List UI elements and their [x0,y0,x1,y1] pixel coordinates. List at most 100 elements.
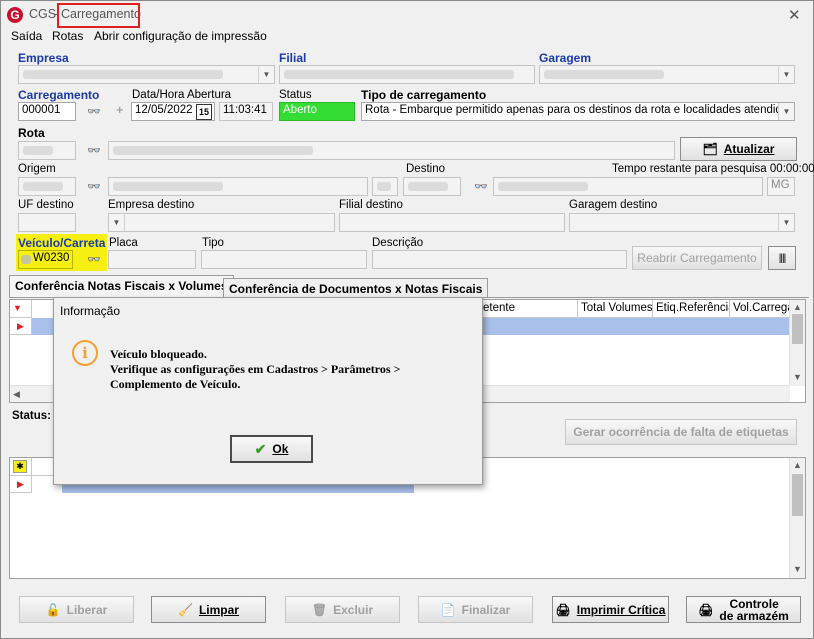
garagem-field[interactable]: ▼ [539,65,795,84]
trash-icon: 🗑 [311,602,328,617]
filial-field[interactable] [279,65,535,84]
grid-vscroll[interactable]: ▲ ▼ [789,300,805,386]
barcode-button[interactable]: |||| [768,246,796,270]
carregamento-field[interactable]: 000001 [18,102,76,121]
destino-uf-field: MG [767,177,795,196]
scroll-down-icon[interactable]: ▼ [793,564,802,574]
grid-lower-vscroll[interactable]: ▲ ▼ [789,458,805,578]
rota-code-field[interactable] [18,141,76,160]
app-name: CGS [29,7,57,21]
menu-rotas[interactable]: Rotas [52,29,83,43]
filial-destino-select[interactable] [339,213,565,232]
row-indicator-icon: ▶ [10,476,32,493]
empresa-label: Empresa [18,51,69,65]
scroll-up-icon[interactable]: ▲ [793,460,802,470]
lock-icon: 🔓 [45,602,61,617]
check-icon: ✔ [254,440,267,457]
reabrir-carregamento-button[interactable]: Reabrir Carregamento [632,246,762,270]
app-logo-icon: G [7,7,23,23]
descricao-field [372,250,627,269]
atualizar-button[interactable]: 🗂 Atualizar [680,137,797,161]
empresa-field[interactable]: ▼ [18,65,275,84]
destino-code-field[interactable] [403,177,461,196]
folder-icon: 🗂 [702,142,718,156]
empresa-destino-select[interactable]: ▼ [108,213,335,232]
row-indicator-icon: ▶ [10,318,32,335]
descricao-label: Descrição [372,237,424,249]
binoculars-icon[interactable]: 👓 [87,144,101,157]
scroll-thumb[interactable] [792,474,803,516]
binoculars-icon[interactable]: 👓 [87,180,101,193]
tipo-carregamento-select[interactable]: Rota - Embarque permitido apenas para os… [361,102,795,121]
imprimir-critica-button[interactable]: 🖨 Imprimir Crítica [552,596,669,623]
chevron-down-icon[interactable]: ▼ [109,214,125,231]
garagem-destino-label: Garagem destino [569,199,658,211]
chevron-down-icon[interactable]: ▼ [778,214,794,231]
liberar-button[interactable]: 🔓 Liberar [19,596,134,623]
limpar-button[interactable]: 🧹 Limpar [151,596,266,623]
dialog-title-bar: Informação [54,298,482,324]
origem-code-field[interactable] [18,177,76,196]
calendar-icon[interactable]: 15 [196,104,212,120]
menu-abrir-configuracao[interactable]: Abrir configuração de impressão [94,29,267,43]
status-field: Aberto [279,102,355,121]
grid-header-total-volumes[interactable]: Total Volumes [578,300,653,318]
uf-destino-label: UF destino [18,199,74,211]
barcode-icon: |||| [778,252,786,264]
filial-destino-label: Filial destino [339,199,403,211]
scroll-down-icon[interactable]: ▼ [793,372,802,382]
info-dialog: Informação i Veículo bloqueado. Verifiqu… [53,297,483,485]
excluir-button[interactable]: 🗑 Excluir [285,596,400,623]
origem-label: Origem [18,163,56,175]
menu-saida[interactable]: Saída [11,29,42,43]
chevron-down-icon[interactable]: ▼ [778,66,794,83]
grid-header-remetente[interactable]: etente [480,300,578,318]
status-bottom-label: Status: [12,410,51,422]
sort-desc-icon: ▼ [13,303,22,313]
dialog-body: i Veículo bloqueado. Verifique as config… [54,324,482,484]
origem-uf-field [372,177,398,196]
date-field[interactable]: 12/05/2022 15 [131,102,215,121]
ok-button[interactable]: ✔ Ok [230,435,313,463]
binoculars-icon[interactable]: 👓 [87,105,101,118]
gerar-ocorrencia-button[interactable]: Gerar ocorrência de falta de etiquetas [565,419,797,445]
asterisk-icon: ✱ [13,460,27,473]
veiculo-field[interactable]: W0230 [18,250,73,269]
broom-icon: 🧹 [178,602,193,617]
garagem-label: Garagem [539,51,592,65]
tab-documentos-notas-fiscais[interactable]: Conferência de Documentos x Notas Fiscai… [223,278,489,297]
scroll-thumb[interactable] [792,314,803,344]
tipo-field [201,250,367,269]
tab-notas-fiscais-volumes[interactable]: Conferência Notas Fiscais x Volumes [9,275,234,297]
grid-corner[interactable]: ▼ [10,300,32,318]
controle-label: Controle [729,596,779,611]
garagem-destino-select[interactable]: ▼ [569,213,795,232]
binoculars-icon[interactable]: 👓 [87,253,101,266]
rota-desc-field [108,141,675,160]
chevron-down-icon[interactable]: ▼ [778,103,794,120]
printer-icon: 🖨 [698,602,714,617]
document-icon: 📄 [440,602,456,617]
tempo-restante-label: Tempo restante para pesquisa 00:00:00 [612,163,814,175]
grid-header-etiq-referencia[interactable]: Etiq.Referência [653,300,730,318]
finalizar-button[interactable]: 📄 Finalizar [418,596,533,623]
filial-label: Filial [279,51,307,65]
destino-desc-field [493,177,763,196]
chevron-down-icon[interactable]: ▼ [258,66,274,83]
grid-header-vol-carregado[interactable]: Vol.Carregad [730,300,790,318]
scroll-up-icon[interactable]: ▲ [793,302,802,312]
close-icon[interactable]: ✕ [788,6,801,24]
destino-label: Destino [406,163,445,175]
uf-destino-field[interactable] [18,213,76,232]
main-window: G CGS - Carregamento ✕ Saída Rotas Abrir… [0,0,814,639]
armazem-label: de armazém [719,608,789,623]
plus-icon[interactable]: + [116,102,124,117]
scroll-left-icon[interactable]: ◀ [13,389,20,400]
grid-corner-lower[interactable]: ✱ [10,458,32,476]
origem-desc-field [108,177,368,196]
info-icon: i [72,340,98,366]
binoculars-icon[interactable]: 👓 [474,180,488,193]
time-field: 11:03:41 [219,102,273,121]
controle-armazem-button[interactable]: 🖨 Controle de armazém [686,596,801,623]
tipo-carregamento-label: Tipo de carregamento [361,88,487,102]
